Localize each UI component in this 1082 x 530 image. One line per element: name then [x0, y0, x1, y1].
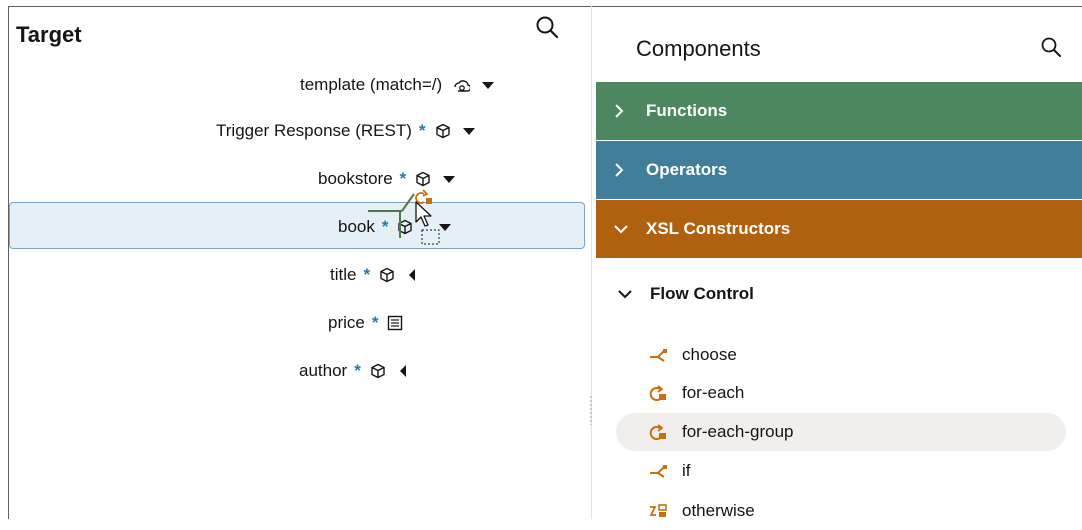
chevron-down-icon: [614, 224, 634, 234]
category-label: Functions: [646, 101, 728, 120]
category-label: XSL Constructors: [646, 219, 791, 238]
target-panel-title: Target: [16, 22, 82, 47]
component-label: if: [682, 461, 691, 480]
element-icon: [380, 267, 394, 283]
category-functions[interactable]: Functions: [596, 82, 1082, 140]
components-panel-title: Components: [636, 36, 761, 61]
drag-cursor-icon: [415, 201, 440, 245]
component-for-each[interactable]: for-each: [616, 374, 1066, 412]
branch-icon: [648, 463, 668, 479]
subgroup-label: Flow Control: [650, 284, 754, 303]
tree-node-template[interactable]: template (match=/): [300, 73, 495, 97]
expand-toggle-icon[interactable]: [443, 175, 456, 183]
number-field-icon: [388, 315, 403, 331]
tree-node-author[interactable]: author *: [299, 359, 406, 383]
element-icon: [371, 363, 385, 379]
component-if[interactable]: if: [616, 452, 1066, 490]
tree-node-trigger-response[interactable]: Trigger Response (REST) *: [216, 119, 475, 143]
tree-node-price[interactable]: price *: [328, 311, 403, 335]
subgroup-flow-control[interactable]: Flow Control: [618, 284, 754, 304]
tree-node-title[interactable]: title *: [330, 263, 416, 287]
component-choose[interactable]: choose: [616, 336, 1066, 374]
loop-icon: [648, 385, 668, 401]
node-label: author: [299, 361, 348, 380]
chevron-right-icon: [614, 104, 634, 118]
chevron-down-icon: [618, 289, 632, 299]
chevron-right-icon: [614, 163, 634, 177]
category-label: Operators: [646, 160, 728, 179]
expand-toggle-icon[interactable]: [462, 127, 475, 135]
category-operators[interactable]: Operators: [596, 141, 1082, 199]
component-label: choose: [682, 345, 737, 364]
template-icon: [454, 80, 471, 92]
component-for-each-group[interactable]: for-each-group: [616, 413, 1066, 451]
search-icon[interactable]: [1040, 36, 1062, 58]
collapse-toggle-icon[interactable]: [399, 365, 406, 377]
branch-icon: [648, 347, 668, 363]
selected-row-highlight: [9, 202, 585, 249]
element-icon: [416, 171, 430, 187]
otherwise-icon: [648, 503, 668, 519]
window-left-border: [8, 6, 9, 519]
required-marker: *: [363, 265, 371, 284]
expand-toggle-icon[interactable]: [482, 81, 495, 89]
component-otherwise[interactable]: otherwise: [616, 492, 1066, 530]
node-label: template (match=/): [300, 75, 443, 94]
collapse-toggle-icon[interactable]: [409, 269, 416, 281]
panel-splitter[interactable]: [591, 6, 592, 519]
component-label: for-each-group: [682, 422, 794, 441]
loop-icon: [648, 424, 668, 440]
node-label: title: [330, 265, 357, 284]
category-xsl-constructors[interactable]: XSL Constructors: [596, 200, 1082, 258]
search-icon[interactable]: [534, 14, 560, 40]
node-label: price: [328, 313, 365, 332]
required-marker: *: [371, 313, 379, 332]
splitter-grip-icon[interactable]: [589, 395, 593, 425]
required-marker: *: [354, 361, 361, 380]
required-marker: *: [418, 121, 426, 140]
component-label: otherwise: [682, 501, 755, 520]
element-icon: [435, 123, 450, 139]
component-label: for-each: [682, 383, 745, 402]
window-top-border: [8, 6, 1082, 7]
node-label: Trigger Response (REST): [216, 121, 412, 140]
